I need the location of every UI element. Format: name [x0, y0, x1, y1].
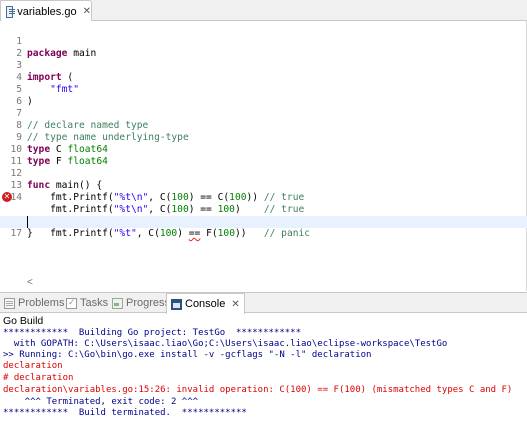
- panel-tab-bar: Problems Tasks Progress Console ✕: [0, 292, 527, 314]
- line-number: 17: [10, 228, 22, 239]
- code-line: ✕ 15 fmt.Printf("%t", C(100) == F(100)) …: [0, 192, 527, 239]
- code-line: 13 fmt.Printf("%t\n", C(100) == C(100)) …: [0, 168, 527, 203]
- tasks-icon: [66, 297, 77, 309]
- console-line: ************ Build terminated. *********…: [3, 408, 247, 418]
- editor-tab-bar: variables.go ✕: [0, 0, 527, 22]
- code-text: , C(: [136, 228, 160, 239]
- code-line: 5 ): [0, 72, 527, 107]
- console-line: ^^^ Terminated, exit code: 2 ^^^: [3, 397, 199, 407]
- console-line: ************ Building Go project: TestGo…: [3, 328, 302, 338]
- code-text: )): [234, 228, 264, 239]
- problems-icon: [4, 297, 15, 309]
- console-title: Go Build: [0, 314, 527, 328]
- code-text: F(: [200, 228, 218, 239]
- progress-icon: [112, 297, 123, 309]
- tab-label: Console: [185, 298, 226, 310]
- console-line: declaration\variables.go:15:26: invalid …: [3, 385, 513, 395]
- code-line: 14 fmt.Printf("%t\n", C(100) == 100) // …: [0, 180, 527, 215]
- code-line: 2: [0, 36, 527, 59]
- console-icon: [171, 298, 182, 310]
- tab-problems[interactable]: Problems: [4, 293, 64, 313]
- text-cursor: [27, 216, 28, 228]
- code-line: 6: [0, 84, 527, 107]
- close-icon[interactable]: ✕: [231, 299, 239, 310]
- error-token[interactable]: ==: [189, 228, 201, 239]
- code-text: }: [27, 228, 33, 239]
- comment: // panic: [263, 228, 311, 239]
- tab-label: Tasks: [80, 297, 109, 309]
- tab-tasks[interactable]: Tasks: [66, 293, 108, 313]
- code-line: 12 func main() {: [0, 156, 527, 191]
- go-file-icon: [6, 5, 16, 18]
- editor-tab-label: variables.go: [17, 5, 77, 18]
- tab-console[interactable]: Console ✕: [166, 293, 245, 314]
- error-x-icon[interactable]: ✕: [2, 192, 12, 202]
- code-line: 7 // declare named type: [0, 96, 527, 131]
- code-editor[interactable]: 1 package main 2 3 import ( 4 "fmt" 5 ) …: [0, 21, 527, 291]
- console-output[interactable]: ************ Building Go project: TestGo…: [0, 328, 527, 437]
- tab-progress[interactable]: Progress: [112, 293, 170, 313]
- code-line: 4 "fmt": [0, 60, 527, 95]
- code-line: 11: [0, 144, 527, 167]
- code-text: fmt.Printf(: [27, 228, 114, 239]
- number-literal: 100: [217, 228, 235, 239]
- code-line: 8 // type name underlying-type: [0, 108, 527, 143]
- code-line: 3 import (: [0, 48, 527, 83]
- console-line: with GOPATH: C:\Users\isaac.liao\Go;C:\U…: [3, 339, 448, 349]
- number-literal: 100: [159, 228, 178, 239]
- scroll-left-arrow[interactable]: <: [27, 277, 33, 288]
- console-line: declaration: [3, 361, 63, 371]
- code-line: 10 type F float64: [0, 132, 527, 167]
- close-icon[interactable]: ✕: [83, 6, 91, 17]
- code-text: ): [177, 228, 189, 239]
- code-line: 17: [0, 216, 527, 239]
- tab-label: Progress: [126, 297, 171, 309]
- console-line: >> Running: C:\Go\bin\go.exe install -v …: [3, 350, 372, 360]
- tab-label: Problems: [18, 297, 65, 309]
- code-line: 16 }: [0, 204, 527, 239]
- console-line: # declaration: [3, 373, 74, 383]
- code-line: 1 package main: [0, 24, 527, 59]
- string-literal: "%t": [113, 228, 137, 239]
- code-line: 9 type C float64: [0, 120, 527, 155]
- tab-variables-go[interactable]: variables.go ✕: [0, 0, 92, 22]
